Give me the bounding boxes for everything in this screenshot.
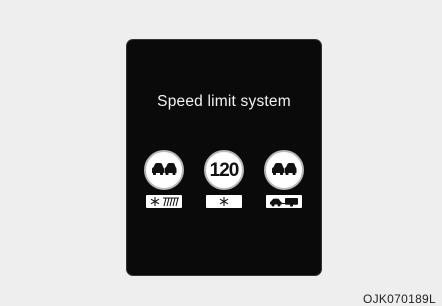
sign-no-overtaking-trailer xyxy=(264,150,304,210)
no-overtaking-cars-icon xyxy=(272,163,297,175)
no-overtaking-cars-icon xyxy=(152,163,177,175)
car-with-trailer-icon xyxy=(270,198,298,207)
trailer-sub-plate xyxy=(266,195,302,208)
cluster-display: Speed limit system 120 xyxy=(127,40,321,275)
snow-and-rain-icon xyxy=(150,197,179,207)
snow-sub-plate xyxy=(206,195,242,208)
sign-no-overtaking-weather xyxy=(144,150,184,210)
display-title: Speed limit system xyxy=(157,93,291,110)
weather-sub-plate xyxy=(146,195,182,208)
no-overtaking-sign xyxy=(264,150,304,190)
image-reference-code: OJK070189L xyxy=(362,292,436,306)
snowflake-icon xyxy=(219,197,229,206)
speed-limit-sign: 120 xyxy=(204,150,244,190)
no-overtaking-sign xyxy=(144,150,184,190)
speed-limit-value: 120 xyxy=(209,160,240,181)
sign-speed-limit: 120 xyxy=(204,150,244,210)
